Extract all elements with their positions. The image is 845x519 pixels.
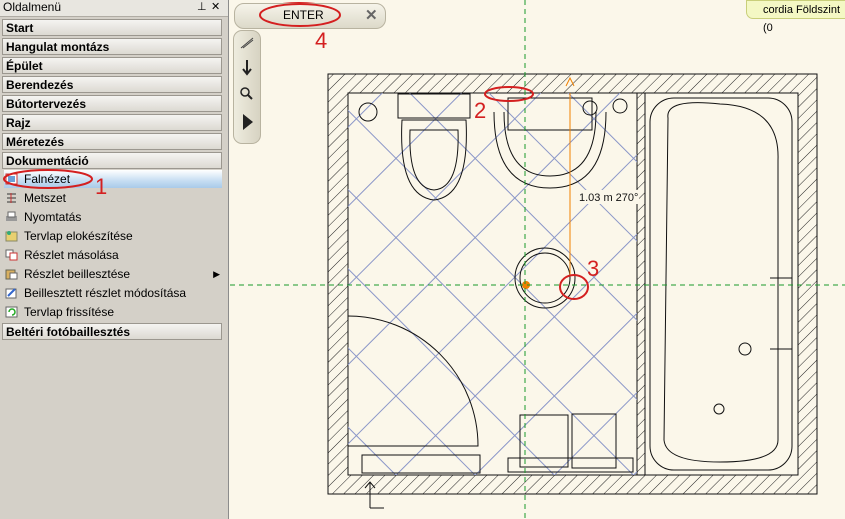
menu-item-nyomtatas[interactable]: Nyomtatás bbox=[4, 208, 222, 226]
menu-item-tervlap-elokeszitese[interactable]: Tervlap elokészítése bbox=[4, 227, 222, 245]
paste-detail-icon bbox=[5, 269, 18, 280]
panel-title-bar: Oldalmenü ⊥ ✕ bbox=[0, 0, 228, 17]
modify-detail-icon bbox=[5, 288, 17, 299]
level-badge: cordia Földszint (0 bbox=[746, 0, 845, 34]
menu-item-label: Nyomtatás bbox=[24, 210, 82, 224]
menu-item-label: Tervlap elokészítése bbox=[24, 229, 133, 243]
menu-item-tervlap-frissitese[interactable]: Tervlap frissítése bbox=[4, 303, 222, 321]
down-arrow-icon[interactable] bbox=[241, 59, 253, 77]
refresh-icon bbox=[5, 306, 18, 318]
annotation-ellipse-1 bbox=[3, 169, 93, 189]
line-tool-icon[interactable] bbox=[240, 37, 254, 49]
copy-detail-icon bbox=[5, 249, 18, 261]
play-arrow-icon[interactable] bbox=[242, 113, 254, 131]
menu-item-reszlet-masolasa[interactable]: Részlet másolása bbox=[4, 246, 222, 264]
dimension-label: 1.03 m 270° bbox=[579, 192, 638, 204]
floor-tiles bbox=[348, 93, 637, 475]
submenu-arrow-icon: ▶ bbox=[213, 269, 220, 279]
menu-item-label: Részlet beillesztése bbox=[24, 267, 131, 281]
menu-item-beillesztett-reszlet-modositasa[interactable]: Beillesztett részlet módosítása bbox=[4, 284, 222, 302]
group-belteri-fotobaillesztes[interactable]: Beltéri fotóbaillesztés bbox=[2, 323, 222, 340]
group-berendezes[interactable]: Berendezés bbox=[2, 76, 222, 93]
group-meretezes[interactable]: Méretezés bbox=[2, 133, 222, 150]
group-start[interactable]: Start bbox=[2, 19, 222, 36]
layout-prepare-icon bbox=[5, 231, 18, 242]
group-dokumentacio[interactable]: Dokumentáció bbox=[2, 152, 222, 169]
menu-item-label: Részlet másolása bbox=[24, 248, 119, 262]
group-butortervezes[interactable]: Bútortervezés bbox=[2, 95, 222, 112]
group-rajz[interactable]: Rajz bbox=[2, 114, 222, 131]
annotation-2: 2 bbox=[474, 98, 487, 123]
side-panel: Oldalmenü ⊥ ✕ Start Hangulat montázs Épü… bbox=[0, 0, 229, 519]
annotation-3: 3 bbox=[587, 256, 600, 281]
panel-title: Oldalmenü bbox=[3, 0, 62, 14]
menu-item-reszlet-beillesztese[interactable]: Részlet beillesztése ▶ bbox=[4, 265, 222, 283]
close-icon[interactable]: ✕ bbox=[211, 0, 220, 15]
annotation-4: 4 bbox=[315, 28, 328, 53]
zoom-icon[interactable] bbox=[240, 87, 254, 101]
menu-item-metszet[interactable]: Metszet bbox=[4, 189, 222, 207]
printer-icon bbox=[6, 211, 17, 221]
tool-strip bbox=[233, 30, 261, 144]
annotation-ellipse-4-overlay bbox=[259, 3, 341, 27]
close-icon[interactable]: ✕ bbox=[365, 6, 378, 24]
floor-plan-canvas[interactable]: 1.03 m 270° bbox=[230, 0, 845, 519]
section-icon bbox=[7, 193, 16, 203]
annotation-1: 1 bbox=[95, 174, 108, 199]
pin-icon[interactable]: ⊥ bbox=[197, 0, 207, 15]
group-epulet[interactable]: Épület bbox=[2, 57, 222, 74]
group-hangulat-montazs[interactable]: Hangulat montázs bbox=[2, 38, 222, 55]
menu-item-label: Metszet bbox=[24, 191, 67, 205]
menu-item-label: Beillesztett részlet módosítása bbox=[24, 286, 187, 300]
menu-item-label: Tervlap frissítése bbox=[24, 305, 115, 319]
